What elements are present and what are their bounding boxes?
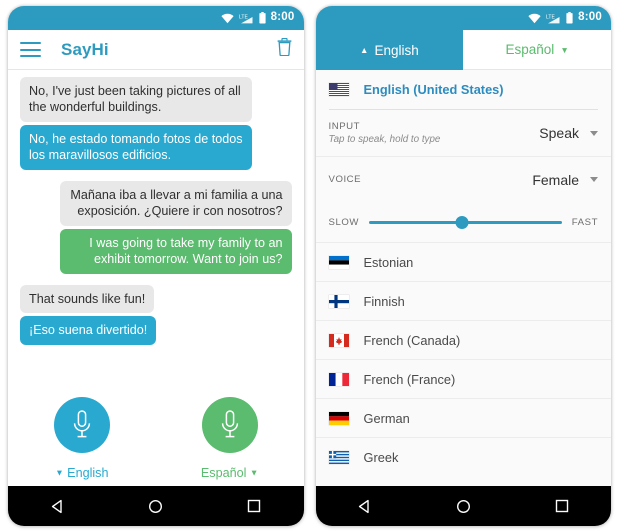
svg-text:LTE: LTE bbox=[239, 14, 248, 20]
status-bar-right: LTE 8:00 bbox=[315, 6, 611, 30]
language-name: German bbox=[363, 410, 410, 426]
recents-square-icon[interactable] bbox=[539, 486, 585, 526]
flag-canada bbox=[328, 333, 349, 347]
message-row: No, he estado tomando fotos de todos los… bbox=[20, 124, 292, 170]
tab-label: English bbox=[374, 42, 419, 58]
status-bar-left: LTE 8:00 bbox=[8, 6, 304, 30]
message-bubble-source: Mañana iba a llevar a mi familia a una e… bbox=[59, 180, 292, 226]
app-bar: SayHi bbox=[8, 30, 304, 70]
chevron-down-icon[interactable] bbox=[590, 177, 598, 182]
battery-icon bbox=[566, 12, 573, 24]
speed-min-label: SLOW bbox=[328, 217, 359, 228]
flag-germany bbox=[328, 411, 349, 425]
language-name: French (France) bbox=[363, 371, 456, 387]
hamburger-menu-icon[interactable] bbox=[20, 42, 41, 57]
home-circle-icon[interactable] bbox=[440, 486, 486, 526]
language-row[interactable]: Estonian bbox=[315, 242, 611, 281]
chevron-down-icon: ▼ bbox=[560, 44, 569, 55]
flag-france bbox=[328, 372, 349, 386]
microphone-button-spanish[interactable] bbox=[201, 397, 258, 453]
status-bar-time: 8:00 bbox=[578, 11, 602, 24]
conversation-list: No, I've just been taking pictures of al… bbox=[8, 70, 304, 387]
svg-text:LTE: LTE bbox=[546, 14, 555, 20]
message-row: No, I've just been taking pictures of al… bbox=[20, 77, 292, 122]
setting-row-speed: SLOW FAST bbox=[316, 202, 612, 242]
setting-row-input[interactable]: INPUT Tap to speak, hold to type Speak bbox=[316, 110, 612, 156]
flag-estonia bbox=[328, 255, 349, 269]
message-row: Mañana iba a llevar a mi familia a una e… bbox=[20, 180, 292, 226]
language-selector-english[interactable]: ▼ English bbox=[55, 466, 108, 480]
setting-value-input: Speak bbox=[539, 125, 579, 141]
mic-column-english: ▼ English bbox=[8, 397, 156, 480]
language-name: French (Canada) bbox=[363, 332, 461, 348]
recents-square-icon[interactable] bbox=[231, 486, 277, 526]
home-circle-icon[interactable] bbox=[133, 486, 179, 526]
language-row[interactable]: German bbox=[315, 398, 611, 437]
message-bubble-source: No, I've just been taking pictures of al… bbox=[20, 77, 252, 122]
app-title: SayHi bbox=[61, 39, 109, 59]
setting-voice-labels: VOICE bbox=[329, 174, 533, 185]
setting-label-voice: VOICE bbox=[328, 174, 362, 185]
back-triangle-icon[interactable] bbox=[342, 486, 388, 526]
language-tab-bar: ▲ English Español ▼ bbox=[315, 30, 611, 70]
language-name: Finnish bbox=[363, 293, 405, 309]
microphone-button-english[interactable] bbox=[53, 397, 110, 453]
android-nav-bar-right bbox=[315, 486, 611, 526]
chevron-down-icon: ▼ bbox=[249, 467, 259, 478]
message-row: That sounds like fun! bbox=[20, 284, 292, 314]
language-list: English (United States) INPUT Tap to spe… bbox=[315, 70, 612, 486]
language-row[interactable]: Greek bbox=[315, 437, 611, 476]
setting-label-input: INPUT bbox=[328, 121, 361, 132]
message-bubble-translation: No, he estado tomando fotos de todos los… bbox=[20, 124, 252, 170]
language-name: Greek bbox=[363, 449, 399, 465]
lte-signal-icon: LTE bbox=[239, 13, 254, 24]
chevron-down-icon[interactable] bbox=[590, 130, 598, 136]
language-row[interactable]: French (Canada) bbox=[315, 320, 611, 359]
lte-signal-icon: LTE bbox=[546, 13, 561, 24]
battery-icon bbox=[259, 12, 266, 24]
setting-value-voice: Female bbox=[532, 171, 579, 188]
mic-column-spanish: Español ▼ bbox=[156, 397, 304, 480]
message-bubble-translation: ¡Eso suena divertido! bbox=[20, 316, 157, 345]
language-row[interactable]: Finnish bbox=[315, 281, 611, 320]
trash-icon[interactable] bbox=[277, 37, 292, 61]
language-settings: INPUT Tap to speak, hold to type Speak V… bbox=[315, 110, 612, 242]
language-row-selected[interactable]: English (United States) bbox=[316, 70, 612, 109]
language-name: Estonian bbox=[363, 254, 414, 270]
setting-hint-input: Tap to speak, hold to type bbox=[328, 134, 441, 145]
setting-row-voice[interactable]: VOICE Female bbox=[315, 156, 611, 202]
wifi-icon bbox=[528, 13, 541, 24]
tab-english[interactable]: ▲ English bbox=[315, 30, 464, 70]
android-nav-bar-left bbox=[8, 486, 304, 526]
dual-phone-screenshot: LTE 8:00 SayHi No, I've just been taking… bbox=[0, 0, 619, 532]
language-label: Español bbox=[200, 466, 247, 480]
language-selector-spanish[interactable]: Español ▼ bbox=[201, 466, 258, 480]
status-bar-time: 8:00 bbox=[270, 11, 295, 24]
speed-max-label: FAST bbox=[571, 217, 598, 228]
flag-greece bbox=[328, 450, 349, 464]
setting-input-labels: INPUT Tap to speak, hold to type bbox=[329, 121, 540, 145]
message-row: I was going to take my family to an exhi… bbox=[20, 228, 292, 274]
message-bubble-translation: I was going to take my family to an exhi… bbox=[59, 228, 292, 274]
chevron-down-icon: ▼ bbox=[55, 467, 64, 478]
microphone-icon bbox=[73, 410, 91, 438]
message-bubble-source: That sounds like fun! bbox=[20, 284, 155, 314]
language-label: English bbox=[67, 466, 109, 480]
flag-finland bbox=[328, 294, 349, 308]
right-phone: LTE 8:00 ▲ English Español ▼ English (Un… bbox=[315, 6, 612, 526]
language-name: English (United States) bbox=[363, 82, 504, 97]
mic-controls: ▼ English Español ▼ bbox=[8, 387, 304, 486]
left-phone: LTE 8:00 SayHi No, I've just been taking… bbox=[8, 6, 304, 526]
tab-spanish[interactable]: Español ▼ bbox=[463, 30, 611, 70]
speed-slider[interactable] bbox=[368, 215, 562, 231]
speed-slider-thumb[interactable] bbox=[455, 216, 469, 229]
back-triangle-icon[interactable] bbox=[34, 486, 80, 526]
chevron-up-icon: ▲ bbox=[360, 45, 369, 55]
flag-united-states bbox=[328, 83, 349, 96]
message-row: ¡Eso suena divertido! bbox=[20, 316, 292, 345]
microphone-icon bbox=[221, 410, 238, 438]
wifi-icon bbox=[221, 13, 234, 24]
tab-label: Español bbox=[505, 42, 555, 57]
language-row[interactable]: French (France) bbox=[315, 359, 611, 398]
